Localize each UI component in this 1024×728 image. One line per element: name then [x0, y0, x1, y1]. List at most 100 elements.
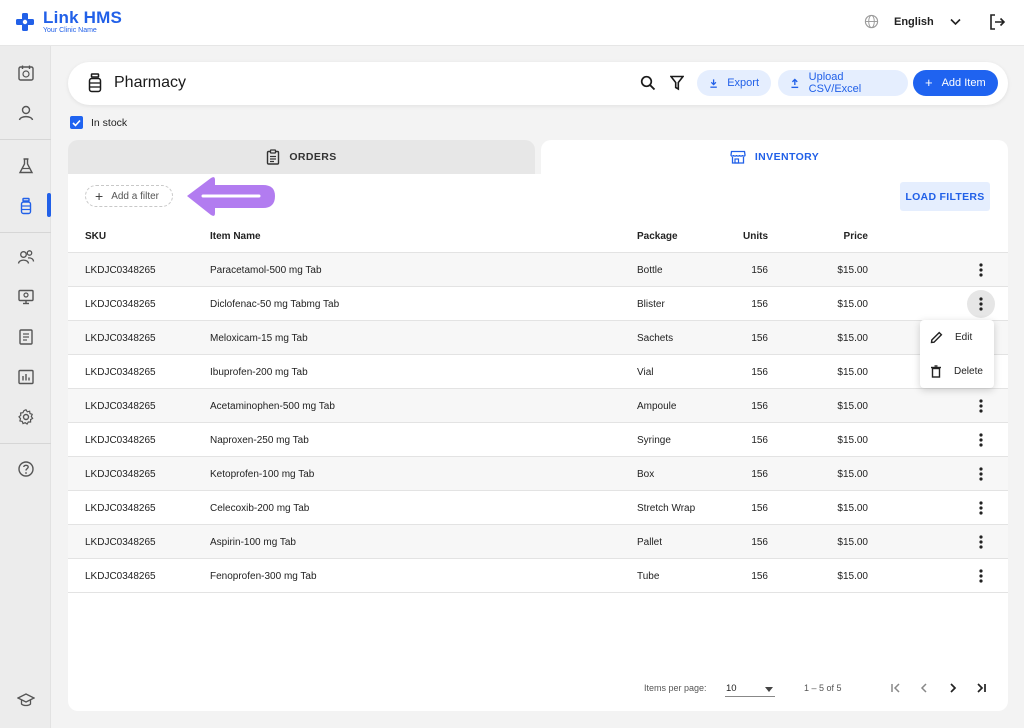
sidebar-item-help[interactable] — [13, 456, 39, 482]
edit-label: Edit — [955, 331, 973, 343]
app-logo[interactable]: Link HMS Your Clinic Name — [14, 9, 122, 35]
add-filter-button[interactable]: + Add a filter — [85, 185, 173, 207]
row-actions-button[interactable] — [967, 426, 995, 454]
price-cell: $15.00 — [837, 537, 868, 548]
price-cell: $15.00 — [837, 503, 868, 514]
filter-icon[interactable] — [670, 75, 684, 91]
column-header-price[interactable]: Price — [818, 231, 868, 242]
chart-icon — [18, 369, 34, 385]
sku-cell: LKDJC0348265 — [85, 265, 156, 276]
table-row[interactable]: LKDJC0348265 Acetaminophen-500 mg Tab Ampo… — [68, 389, 1008, 423]
edit-menu-item[interactable]: Edit — [920, 320, 994, 354]
download-icon — [710, 78, 717, 88]
app-name: Link HMS — [43, 8, 123, 27]
chevron-down-icon — [950, 18, 961, 25]
add-item-button[interactable]: + Add Item — [913, 70, 998, 96]
caret-down-icon — [765, 687, 773, 692]
package-cell: Box — [637, 469, 655, 480]
delete-menu-item[interactable]: Delete — [920, 354, 994, 388]
last-page-button[interactable] — [972, 679, 990, 697]
row-actions-button[interactable] — [967, 290, 995, 318]
table-row[interactable]: LKDJC0348265 Aspirin-100 mg Tab Pallet 156 $… — [68, 525, 1008, 559]
sidebar-item-training[interactable] — [13, 687, 39, 713]
column-header-units[interactable]: Units — [728, 231, 768, 242]
page-range-label: 1 – 5 of 5 — [804, 683, 842, 693]
sidebar-item-pharmacy[interactable] — [13, 193, 39, 219]
first-page-button[interactable] — [887, 679, 905, 697]
page-header: Pharmacy Export Upload CSV/Excel + Add I… — [68, 62, 1008, 105]
first-page-icon — [891, 683, 900, 693]
sidebar-item-staff[interactable] — [13, 244, 39, 270]
upload-csv-button[interactable]: Upload CSV/Excel — [778, 70, 908, 96]
row-actions-button[interactable] — [967, 392, 995, 420]
sku-cell: LKDJC0348265 — [85, 333, 156, 344]
sidebar-item-monitor[interactable] — [13, 284, 39, 310]
row-actions-button[interactable] — [967, 256, 995, 284]
sku-cell: LKDJC0348265 — [85, 469, 156, 480]
export-label: Export — [727, 77, 759, 89]
tab-orders-label: ORDERS — [289, 151, 337, 163]
column-header-package[interactable]: Package — [637, 231, 678, 242]
row-actions-button[interactable] — [967, 528, 995, 556]
units-cell: 156 — [751, 435, 768, 446]
package-cell: Blister — [637, 299, 665, 310]
table-row[interactable]: LKDJC0348265 Paracetamol-500 mg Tab Bottle… — [68, 253, 1008, 287]
gear-icon — [18, 409, 34, 425]
tab-inventory-label: INVENTORY — [754, 151, 820, 163]
graduation-cap-icon — [17, 693, 35, 707]
table-row[interactable]: LKDJC0348265 Naproxen-250 mg Tab Syringe 15… — [68, 423, 1008, 457]
sku-cell: LKDJC0348265 — [85, 537, 156, 548]
price-cell: $15.00 — [837, 333, 868, 344]
units-cell: 156 — [751, 571, 768, 582]
sidebar — [0, 46, 51, 728]
package-cell: Stretch Wrap — [637, 503, 696, 514]
group-icon — [17, 250, 35, 264]
plus-icon: + — [925, 75, 933, 90]
next-page-button[interactable] — [944, 679, 962, 697]
tab-orders[interactable]: ORDERS — [68, 140, 535, 174]
price-cell: $15.00 — [837, 367, 868, 378]
monitor-icon — [18, 289, 34, 305]
lab-flask-icon — [18, 158, 34, 174]
item-name-cell: Meloxicam-15 mg Tab — [210, 333, 308, 344]
tab-inventory[interactable]: INVENTORY — [541, 140, 1008, 174]
export-button[interactable]: Export — [697, 70, 771, 96]
item-name-cell: Naproxen-250 mg Tab — [210, 435, 309, 446]
table-row[interactable]: LKDJC0348265 Ketoprofen-100 mg Tab Box 156 $… — [68, 457, 1008, 491]
load-filters-button[interactable]: LOAD FILTERS — [900, 182, 990, 211]
search-icon[interactable] — [640, 75, 656, 91]
table-row[interactable]: LKDJC0348265 Ibuprofen-200 mg Tab Vial 156 $… — [68, 355, 1008, 389]
items-per-page-label: Items per page: — [644, 683, 707, 693]
more-vertical-icon — [979, 467, 983, 481]
globe-icon — [864, 14, 879, 29]
row-actions-button[interactable] — [967, 460, 995, 488]
sidebar-item-settings[interactable] — [13, 404, 39, 430]
trash-icon — [931, 364, 941, 378]
checkbox-checked-icon — [70, 116, 83, 129]
language-selector[interactable]: English — [864, 14, 961, 29]
items-per-page-select[interactable]: 10 — [725, 677, 775, 697]
item-name-cell: Fenoprofen-300 mg Tab — [210, 571, 317, 582]
add-item-label: Add Item — [941, 77, 986, 89]
pharmacy-bottle-icon — [20, 197, 32, 215]
column-header-sku[interactable]: SKU — [85, 231, 106, 242]
sidebar-item-records[interactable] — [13, 324, 39, 350]
row-actions-button[interactable] — [967, 494, 995, 522]
previous-page-button[interactable] — [915, 679, 933, 697]
upload-label: Upload CSV/Excel — [808, 71, 862, 95]
table-row[interactable]: LKDJC0348265 Diclofenac-50 mg Tabmg Tab Bl… — [68, 287, 1008, 321]
row-actions-button[interactable] — [967, 562, 995, 590]
in-stock-checkbox[interactable]: In stock — [70, 116, 127, 129]
table-row[interactable]: LKDJC0348265 Meloxicam-15 mg Tab Sachets 15… — [68, 321, 1008, 355]
sidebar-item-analytics[interactable] — [13, 364, 39, 390]
sidebar-item-lab[interactable] — [13, 153, 39, 179]
table-row[interactable]: LKDJC0348265 Celecoxib-200 mg Tab Stretch … — [68, 491, 1008, 525]
sidebar-item-patients[interactable] — [13, 100, 39, 126]
logout-icon[interactable] — [988, 13, 1006, 31]
row-actions-menu: Edit Delete — [920, 320, 994, 388]
sidebar-item-appointments[interactable] — [13, 60, 39, 86]
table-row[interactable]: LKDJC0348265 Fenoprofen-300 mg Tab Tube 156… — [68, 559, 1008, 593]
column-header-item-name[interactable]: Item Name — [210, 231, 261, 242]
last-page-icon — [977, 683, 986, 693]
upload-icon — [791, 77, 799, 88]
